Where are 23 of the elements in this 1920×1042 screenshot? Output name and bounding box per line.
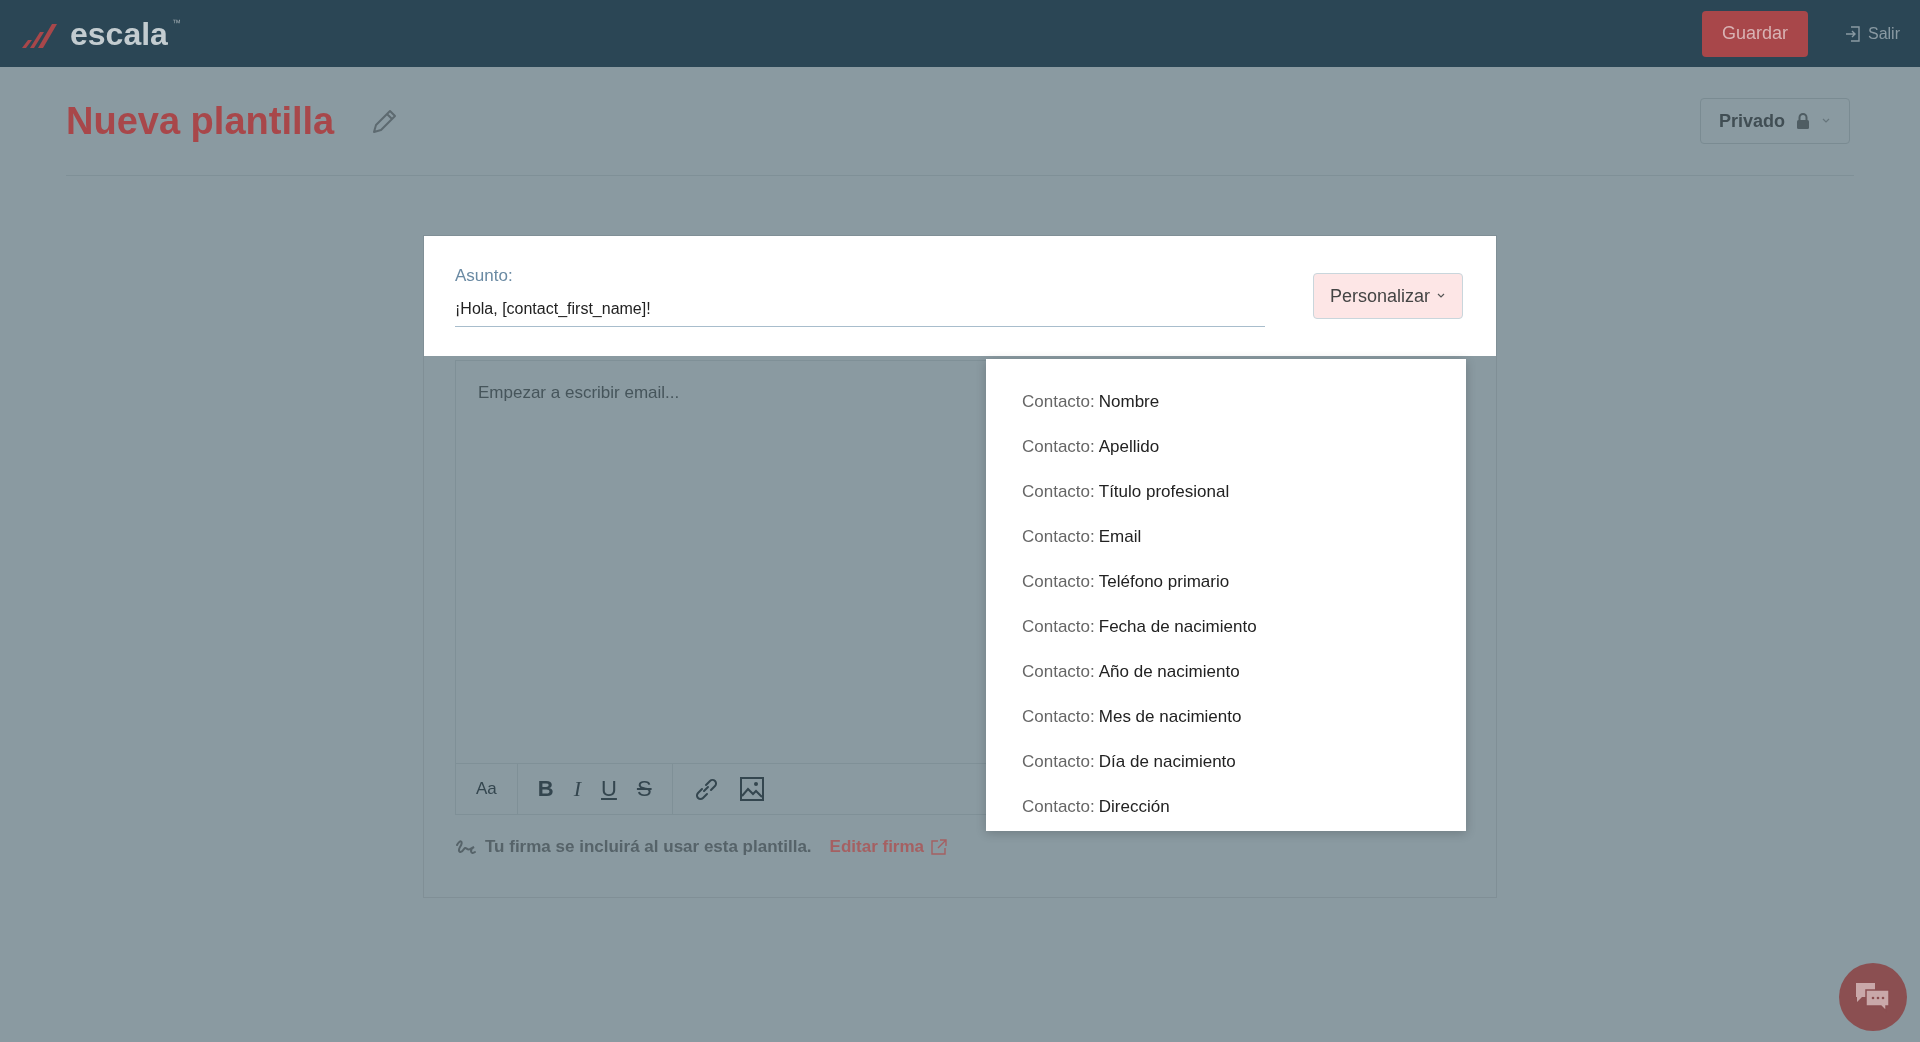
page-title: Nueva plantilla: [66, 99, 335, 143]
logo-text: escala: [70, 17, 168, 50]
trademark-sign: ™: [171, 17, 181, 28]
menu-item[interactable]: Contacto: Mes de nacimiento: [1022, 694, 1466, 739]
caret-icon: [1436, 292, 1447, 300]
editor-placeholder: Empezar a escribir email...: [478, 383, 680, 402]
signature-icon: [455, 837, 477, 857]
menu-item[interactable]: Contacto: Nombre: [1022, 379, 1466, 424]
external-link-icon: [930, 838, 949, 856]
menu-item[interactable]: Contacto: Email: [1022, 514, 1466, 559]
image-icon[interactable]: [738, 776, 765, 802]
menu-item[interactable]: Contacto: Apellido: [1022, 424, 1466, 469]
personalize-button[interactable]: Personalizar: [1313, 273, 1464, 319]
menu-item[interactable]: Contacto: Año de nacimiento: [1022, 649, 1466, 694]
lock-icon: [1795, 112, 1811, 130]
menu-item[interactable]: Contacto: Teléfono primario: [1022, 559, 1466, 604]
signature-note: Tu firma se incluirá al usar esta plantilla.: [485, 837, 812, 857]
menu-item[interactable]: Contacto: Título profesional: [1022, 469, 1466, 514]
subject-label: Asunto:: [455, 265, 514, 286]
caret-icon: [1821, 117, 1831, 125]
menu-item[interactable]: Contacto: Día de nacimiento: [1022, 739, 1466, 784]
exit-icon: [1844, 24, 1862, 43]
menu-item[interactable]: Contacto: Fecha de nacimiento: [1022, 604, 1466, 649]
